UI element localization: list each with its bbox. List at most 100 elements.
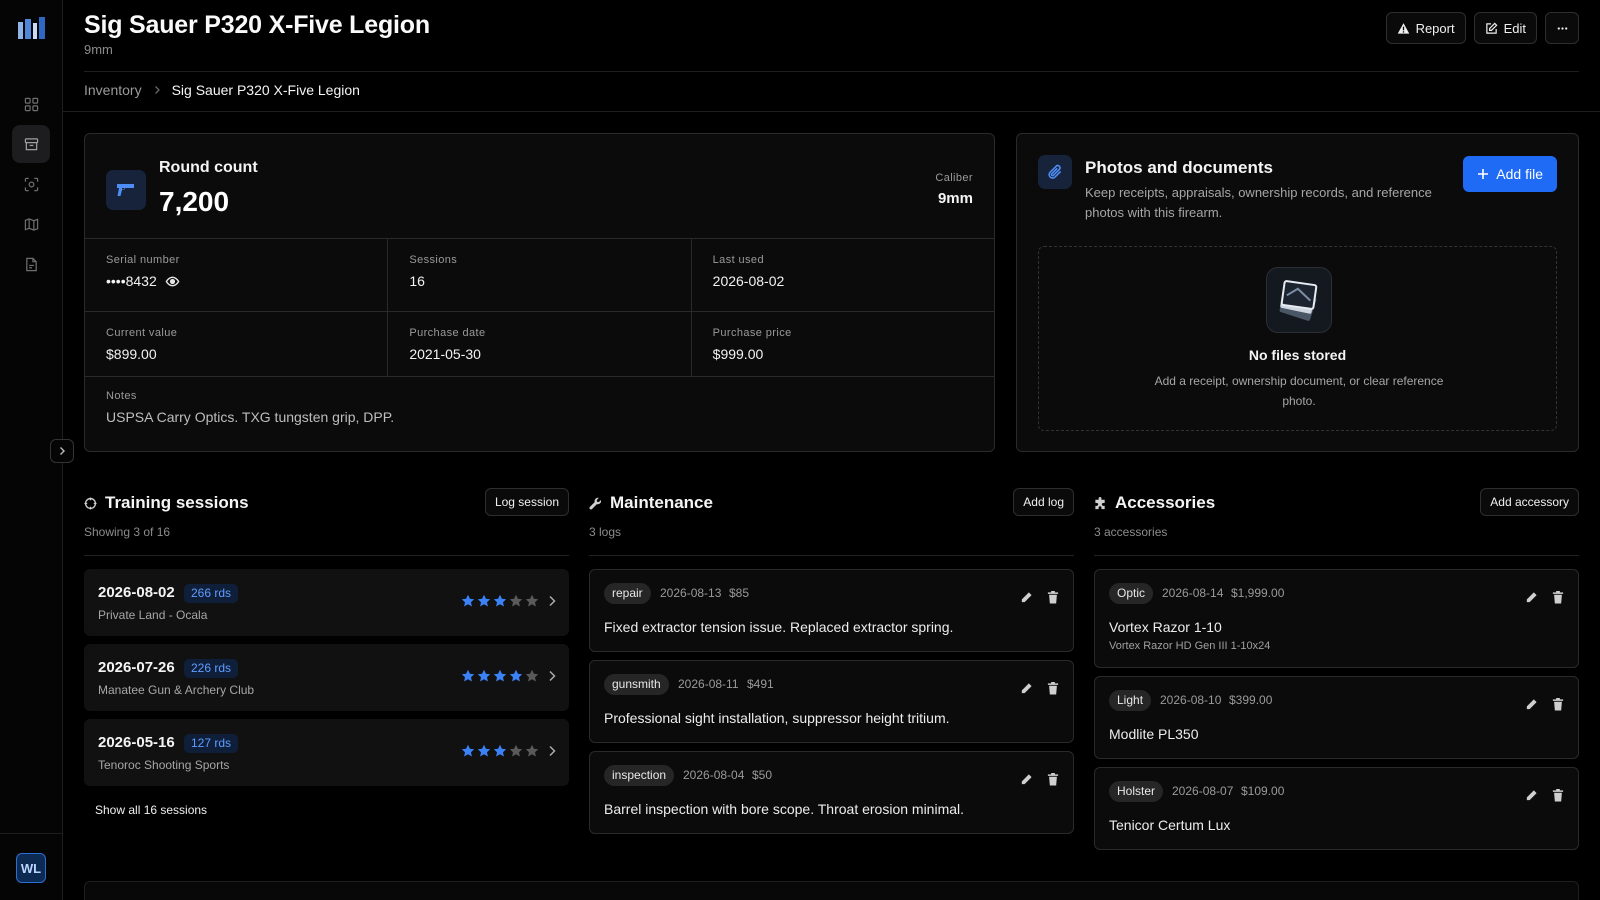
empty-state-description: Add a receipt, ownership document, or cl…	[1154, 374, 1444, 408]
item-text: Barrel inspection with bore scope. Throa…	[604, 801, 965, 817]
avatar[interactable]: WL	[16, 853, 46, 883]
breadcrumb-inventory[interactable]: Inventory	[84, 82, 142, 98]
notes-value: USPSA Carry Optics. TXG tungsten grip, D…	[106, 409, 395, 425]
app-logo[interactable]	[18, 17, 45, 39]
accessories-list: Optic 2026-08-14 $1,999.00 Vortex Razor 1-1…	[1094, 569, 1579, 850]
more-horizontal-icon	[1557, 26, 1567, 30]
round-count-label: Round count	[159, 159, 258, 176]
star-icon	[509, 594, 523, 607]
divider	[589, 555, 1074, 556]
plus-icon	[1478, 169, 1489, 179]
eye-icon[interactable]	[165, 274, 180, 289]
crosshair-icon	[84, 497, 97, 510]
maintenance-list: repair 2026-08-13 $85 Fixed extractor tensi…	[589, 569, 1074, 834]
photos-documents-card: Photos and documents Keep receipts, appr…	[1016, 133, 1579, 452]
star-icon	[525, 669, 539, 682]
map-icon[interactable]	[12, 205, 50, 243]
breadcrumb: Inventory Sig Sauer P320 X-Five Legion	[84, 82, 360, 98]
star-icon	[477, 594, 491, 607]
sessions-label: Sessions	[409, 254, 458, 266]
section-header: Accessories Add accessory	[1094, 487, 1579, 519]
breadcrumb-bar: Inventory Sig Sauer P320 X-Five Legion	[63, 72, 1600, 112]
star-icon	[477, 744, 491, 757]
rating-stars	[461, 594, 539, 608]
item-date: 2026-08-10	[1160, 693, 1222, 707]
sessions-stat: Sessions 16	[388, 239, 692, 311]
chevron-right-icon	[547, 595, 557, 607]
caliber-label: Caliber	[935, 172, 973, 184]
caliber-value: 9mm	[937, 190, 973, 207]
trash-icon[interactable]	[1047, 591, 1059, 604]
maintenance-title: Maintenance	[610, 493, 713, 512]
report-button[interactable]: Report	[1385, 12, 1466, 44]
notes-section: Notes USPSA Carry Optics. TXG tungsten g…	[106, 390, 394, 425]
purchase-price-value: $999.00	[712, 346, 764, 362]
session-row[interactable]: 2026-05-16 127 rds Tenoroc Shooting Sports	[84, 719, 569, 786]
accessory-item: Optic 2026-08-14 $1,999.00 Vortex Razor 1-1…	[1094, 569, 1579, 668]
log-session-button[interactable]: Log session	[484, 488, 569, 516]
star-icon	[493, 594, 507, 607]
item-cost: $109.00	[1241, 784, 1285, 798]
accessories-title: Accessories	[1115, 493, 1216, 512]
current-value-stat: Current value $899.00	[85, 312, 389, 376]
edit-pencil-icon[interactable]	[1525, 591, 1538, 604]
photos-description: Keep receipts, appraisals, ownership rec…	[1085, 185, 1432, 220]
star-icon	[461, 669, 475, 682]
trash-icon[interactable]	[1552, 698, 1564, 711]
edit-label: Edit	[1503, 20, 1526, 36]
row-actions	[1525, 698, 1564, 711]
chevron-right-icon	[547, 670, 557, 682]
item-cost: $50	[752, 768, 773, 782]
sessions-list: 2026-08-02 266 rds Private Land - Ocala 202…	[84, 569, 569, 786]
category-tag: gunsmith	[604, 674, 669, 695]
row-actions	[1020, 773, 1059, 786]
last-used-stat: Last used 2026-08-02	[692, 239, 994, 311]
document-icon[interactable]	[12, 245, 50, 283]
add-log-button[interactable]: Add log	[1013, 488, 1074, 516]
inventory-icon[interactable]	[12, 125, 50, 163]
maintenance-subtitle: 3 logs	[589, 525, 622, 539]
purchase-date-label: Purchase date	[409, 327, 486, 339]
target-icon[interactable]	[12, 165, 50, 203]
trash-icon[interactable]	[1047, 682, 1059, 695]
more-options-button[interactable]	[1545, 12, 1579, 44]
edit-pencil-icon[interactable]	[1525, 698, 1538, 711]
page-title: Sig Sauer P320 X-Five Legion	[84, 11, 430, 39]
current-value: $899.00	[106, 346, 157, 362]
notes-label: Notes	[106, 390, 137, 402]
add-accessory-button[interactable]: Add accessory	[1480, 488, 1579, 516]
report-label: Report	[1415, 20, 1455, 36]
session-row[interactable]: 2026-08-02 266 rds Private Land - Ocala	[84, 569, 569, 636]
item-cost: $85	[729, 586, 750, 600]
puzzle-icon	[1094, 497, 1107, 510]
trash-icon[interactable]	[1552, 789, 1564, 802]
purchase-price-label: Purchase price	[712, 327, 792, 339]
edit-pencil-icon[interactable]	[1020, 682, 1033, 695]
chevron-right-icon	[547, 745, 557, 757]
item-text: Tenicor Certum Lux	[1109, 817, 1231, 833]
maintenance-section: Maintenance Add log 3 logs repair 2026-08…	[589, 487, 1074, 834]
show-all-sessions-link[interactable]: Show all 16 sessions	[95, 803, 207, 817]
star-icon	[509, 744, 523, 757]
trash-icon[interactable]	[1047, 773, 1059, 786]
edit-pencil-icon[interactable]	[1525, 789, 1538, 802]
paperclip-icon	[1038, 155, 1072, 189]
last-used-value: 2026-08-02	[712, 273, 785, 289]
add-file-button[interactable]: Add file	[1463, 156, 1557, 192]
edit-pencil-icon[interactable]	[1020, 591, 1033, 604]
chevron-right-icon	[60, 447, 65, 455]
item-detail: Vortex Razor HD Gen III 1-10x24	[1109, 640, 1271, 652]
section-header: Training sessions Log session	[84, 487, 569, 519]
expand-sidebar-button[interactable]	[50, 439, 74, 463]
section-header: Maintenance Add log	[589, 487, 1074, 519]
edit-button[interactable]: Edit	[1473, 12, 1537, 44]
trash-icon[interactable]	[1552, 591, 1564, 604]
session-row[interactable]: 2026-07-26 226 rds Manatee Gun & Archery C…	[84, 644, 569, 711]
category-tag: inspection	[604, 765, 675, 786]
edit-pencil-icon[interactable]	[1020, 773, 1033, 786]
item-text: Fixed extractor tension issue. Replaced …	[604, 619, 954, 635]
file-dropzone[interactable]: No files stored Add a receipt, ownership…	[1038, 246, 1557, 431]
star-icon	[461, 744, 475, 757]
dashboard-icon[interactable]	[12, 85, 50, 123]
stats-grid: Serial number ••••8432 Sessions 16 Last …	[85, 238, 994, 377]
